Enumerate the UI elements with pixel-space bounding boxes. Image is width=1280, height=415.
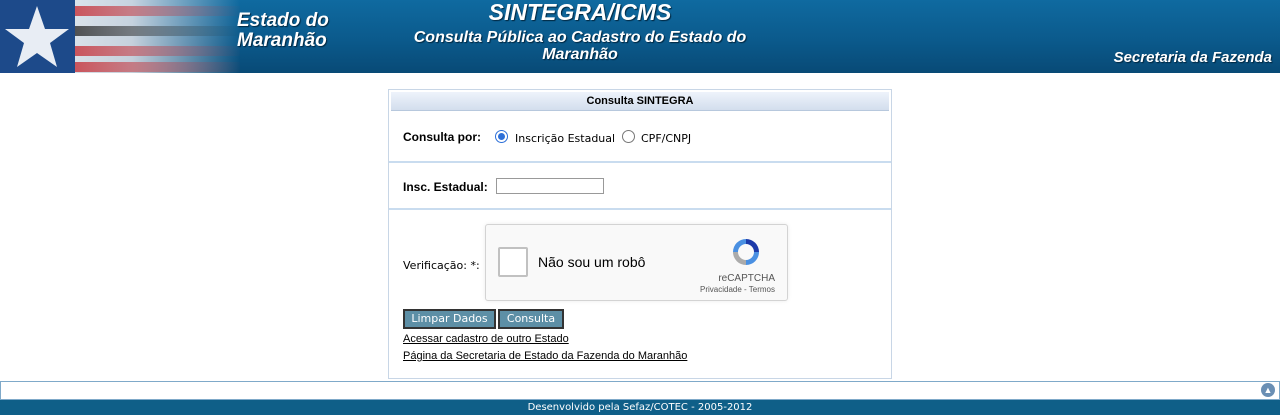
state-name: Estado do Maranhão xyxy=(237,10,329,51)
recaptcha-text: Não sou um robô xyxy=(538,254,646,270)
radio-inscricao-estadual[interactable] xyxy=(495,130,508,143)
consulta-panel: Consulta SINTEGRA Consulta por: Inscriçã… xyxy=(388,89,892,379)
recaptcha-checkbox[interactable] xyxy=(498,247,528,277)
consulta-button[interactable]: Consulta xyxy=(498,309,564,329)
page-title: SINTEGRA/ICMS xyxy=(488,0,672,25)
secretaria-fazenda-link[interactable]: Página da Secretaria de Estado da Fazend… xyxy=(403,350,687,362)
footer-bar: ▲ xyxy=(0,381,1280,400)
header-banner: Estado do Maranhão SINTEGRA/ICMS Consult… xyxy=(0,0,1280,73)
insc-estadual-input[interactable] xyxy=(496,178,604,194)
arrow-up-icon[interactable]: ▲ xyxy=(1261,383,1275,397)
recaptcha-logo-icon xyxy=(733,239,759,265)
footer-credit: Desenvolvido pela Sefaz/COTEC - 2005-201… xyxy=(0,400,1280,415)
recaptcha-widget: Não sou um robô reCAPTCHA Privacidade - … xyxy=(485,224,788,301)
insc-estadual-label: Insc. Estadual: xyxy=(403,180,488,194)
radio-cpf-cnpj[interactable] xyxy=(622,130,635,143)
recaptcha-terms-link[interactable]: Privacidade - Termos xyxy=(700,285,775,294)
limpar-dados-button[interactable]: Limpar Dados xyxy=(403,309,496,329)
star-icon xyxy=(5,6,69,67)
consulta-por-label: Consulta por: xyxy=(403,130,481,144)
radio-label-inscricao: Inscrição Estadual xyxy=(515,132,616,145)
recaptcha-brand: reCAPTCHA xyxy=(718,273,775,284)
radio-label-cpf-cnpj: CPF/CNPJ xyxy=(641,132,692,145)
divider xyxy=(389,161,891,163)
panel-title: Consulta SINTEGRA xyxy=(391,92,889,111)
verificacao-label: Verificação: *: xyxy=(403,259,480,272)
divider xyxy=(389,208,891,210)
page-subtitle: Consulta Pública ao Cadastro do Estado d… xyxy=(413,29,747,63)
maranhao-flag xyxy=(0,0,240,73)
secretaria-label: Secretaria da Fazenda xyxy=(1113,49,1272,66)
outro-estado-link[interactable]: Acessar cadastro de outro Estado xyxy=(403,333,569,345)
